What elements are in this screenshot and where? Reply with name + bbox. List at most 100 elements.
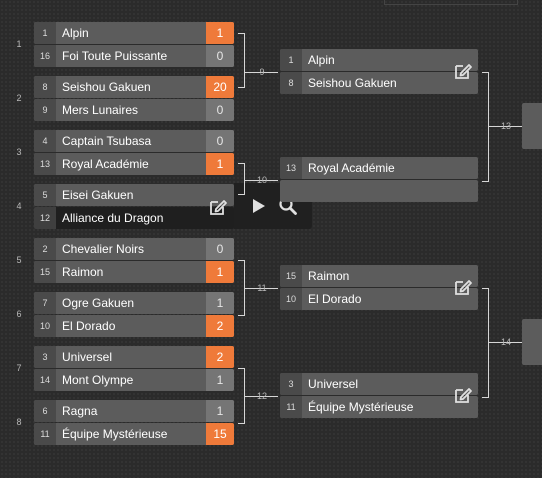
match-number: 11 <box>257 283 267 293</box>
bracket-connector <box>482 288 489 398</box>
team-row[interactable]: 15 Raimon <box>280 265 478 287</box>
match-card[interactable]: 6 Ragna 1 11 Équipe Mystérieuse 15 <box>34 400 234 446</box>
match-card-partial[interactable] <box>522 319 542 365</box>
team-name: Mers Lunaires <box>62 103 139 117</box>
team-row[interactable]: 4 Captain Tsubasa 0 <box>34 130 234 152</box>
edit-icon[interactable] <box>208 197 228 217</box>
team-row[interactable]: 12 Alliance du Dragon <box>34 207 234 229</box>
team-name: Royal Académie <box>62 157 149 171</box>
team-row[interactable]: 16 Foi Toute Puissante 0 <box>34 45 234 67</box>
team-seed: 9 <box>34 99 56 121</box>
bracket-connector <box>482 72 489 182</box>
team-name: Alpin <box>62 26 89 40</box>
team-row[interactable]: 8 Seishou Gakuen <box>280 72 478 94</box>
team-row[interactable]: 13 Royal Académie 1 <box>34 153 234 175</box>
team-row[interactable]: 9 Mers Lunaires 0 <box>34 99 234 121</box>
team-seed: 4 <box>34 130 56 152</box>
match-card[interactable]: 8 Seishou Gakuen 20 9 Mers Lunaires 0 <box>34 76 234 122</box>
edit-icon[interactable] <box>453 277 473 297</box>
top-tab-edge <box>384 0 518 5</box>
match-card[interactable]: 7 Ogre Gakuen 1 10 El Dorado 2 <box>34 292 234 338</box>
team-score: 0 <box>206 99 234 121</box>
match-card-hovered[interactable]: 5 Eisei Gakuen 12 Alliance du Dragon <box>34 184 234 230</box>
match-card[interactable]: 1 Alpin 8 Seishou Gakuen <box>280 49 478 95</box>
team-row[interactable]: 3 Universel 2 <box>34 346 234 368</box>
team-seed: 1 <box>280 49 302 71</box>
team-seed: 10 <box>280 288 302 310</box>
match-card[interactable]: 3 Universel 11 Équipe Mystérieuse <box>280 373 478 419</box>
match-number: 5 <box>16 255 22 265</box>
team-row[interactable]: 5 Eisei Gakuen <box>34 184 234 206</box>
match-number: 1 <box>16 39 22 49</box>
team-score: 15 <box>206 423 234 445</box>
match-card[interactable]: 13 Royal Académie <box>280 157 478 203</box>
match-number: 9 <box>259 67 265 77</box>
team-name: Seishou Gakuen <box>308 76 397 90</box>
team-name: Équipe Mystérieuse <box>62 427 168 441</box>
team-name: Chevalier Noirs <box>62 242 145 256</box>
team-name: Seishou Gakuen <box>62 80 151 94</box>
team-name: Eisei Gakuen <box>62 188 134 202</box>
team-name: Royal Académie <box>308 161 395 175</box>
team-score: 1 <box>206 153 234 175</box>
team-seed: 1 <box>34 22 56 44</box>
team-seed: 12 <box>34 207 56 229</box>
team-seed: 11 <box>280 396 302 418</box>
team-name: Ragna <box>62 404 98 418</box>
team-row[interactable]: 11 Équipe Mystérieuse <box>280 396 478 418</box>
team-row[interactable]: 14 Mont Olympe 1 <box>34 369 234 391</box>
team-seed: 15 <box>280 265 302 287</box>
bracket-connector <box>238 163 245 195</box>
team-name: Raimon <box>62 265 104 279</box>
team-row[interactable]: 1 Alpin 1 <box>34 22 234 44</box>
team-row[interactable]: 10 El Dorado 2 <box>34 315 234 337</box>
match-card[interactable]: 3 Universel 2 14 Mont Olympe 1 <box>34 346 234 392</box>
team-score: 1 <box>206 261 234 283</box>
match-number: 7 <box>16 363 22 373</box>
team-name: Mont Olympe <box>62 373 134 387</box>
team-seed: 8 <box>280 72 302 94</box>
play-icon[interactable] <box>248 196 268 216</box>
team-row[interactable]: 11 Équipe Mystérieuse 15 <box>34 423 234 445</box>
team-row[interactable]: 2 Chevalier Noirs 0 <box>34 238 234 260</box>
team-row[interactable]: 6 Ragna 1 <box>34 400 234 422</box>
team-row-empty[interactable] <box>280 180 478 202</box>
team-seed: 14 <box>34 369 56 391</box>
team-seed: 2 <box>34 238 56 260</box>
team-score: 20 <box>206 76 234 98</box>
edit-icon[interactable] <box>453 61 473 81</box>
team-seed: 5 <box>34 184 56 206</box>
team-score: 0 <box>206 238 234 260</box>
match-card[interactable]: 2 Chevalier Noirs 0 15 Raimon 1 <box>34 238 234 284</box>
team-seed: 13 <box>34 153 56 175</box>
team-name: El Dorado <box>308 292 362 306</box>
team-name: Alpin <box>308 53 335 67</box>
match-card-partial[interactable] <box>522 103 542 149</box>
team-row[interactable]: 3 Universel <box>280 373 478 395</box>
team-row[interactable]: 13 Royal Académie <box>280 157 478 179</box>
team-name: Ogre Gakuen <box>62 296 135 310</box>
team-score: 1 <box>206 400 234 422</box>
team-seed: 10 <box>34 315 56 337</box>
team-row[interactable]: 7 Ogre Gakuen 1 <box>34 292 234 314</box>
team-row[interactable]: 8 Seishou Gakuen 20 <box>34 76 234 98</box>
team-score: 1 <box>206 292 234 314</box>
team-name: El Dorado <box>62 319 116 333</box>
match-number: 2 <box>16 93 22 103</box>
team-name: Foi Toute Puissante <box>62 49 168 63</box>
bracket-connector <box>238 33 245 88</box>
team-score: 2 <box>206 346 234 368</box>
tournament-bracket: 1 1 Alpin 1 16 Foi Toute Puissante 0 2 8… <box>0 0 542 478</box>
team-name: Raimon <box>308 269 350 283</box>
match-card[interactable]: 15 Raimon 10 El Dorado <box>280 265 478 311</box>
match-number: 3 <box>16 147 22 157</box>
team-row[interactable]: 1 Alpin <box>280 49 478 71</box>
match-card[interactable]: 1 Alpin 1 16 Foi Toute Puissante 0 <box>34 22 234 68</box>
team-row[interactable]: 15 Raimon 1 <box>34 261 234 283</box>
edit-icon[interactable] <box>453 385 473 405</box>
match-card[interactable]: 4 Captain Tsubasa 0 13 Royal Académie 1 <box>34 130 234 176</box>
team-seed: 13 <box>280 157 302 179</box>
match-number: 6 <box>16 309 22 319</box>
team-name: Universel <box>308 377 359 391</box>
team-row[interactable]: 10 El Dorado <box>280 288 478 310</box>
